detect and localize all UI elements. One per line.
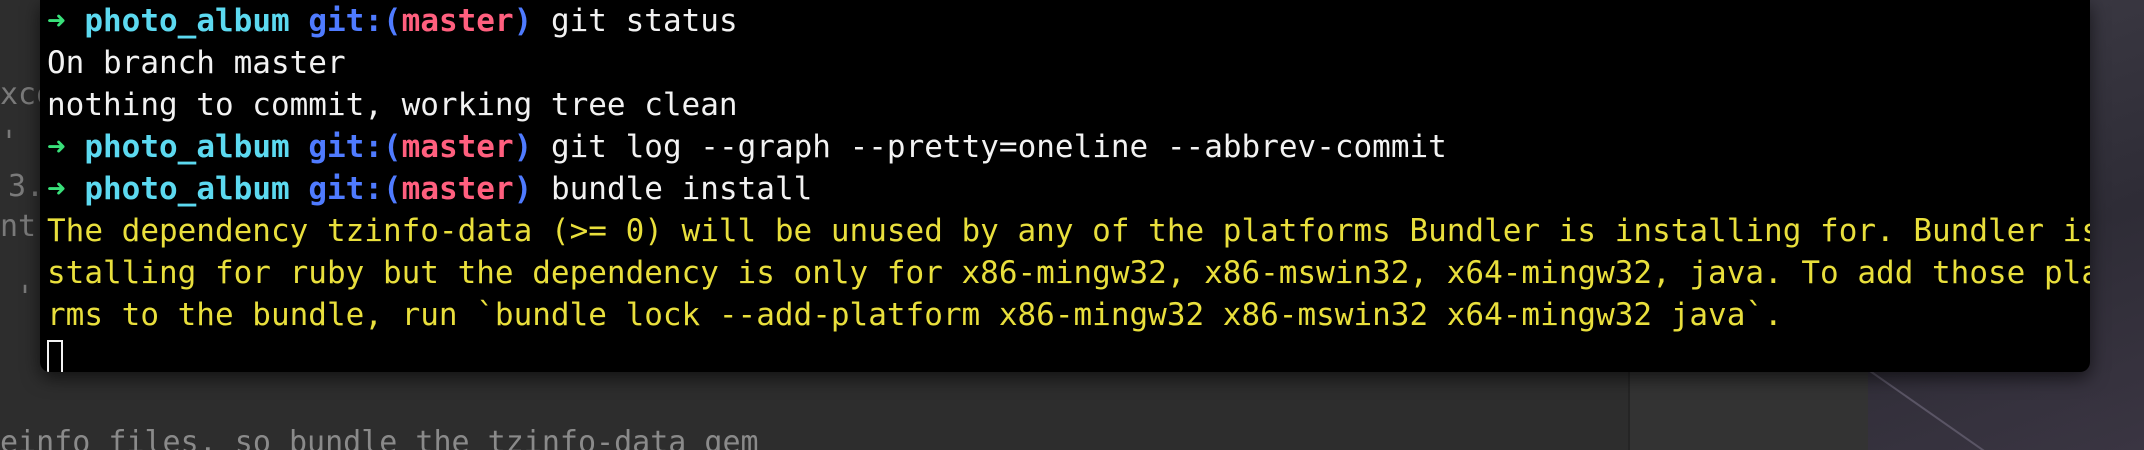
terminal-command: git status — [550, 3, 738, 39]
prompt-git-suffix: ) — [513, 3, 533, 39]
terminal-window[interactable]: ➜ photo_album git:(master) git status On… — [40, 0, 2090, 372]
terminal-warning-line: The dependency tzinfo-data (>= 0) will b… — [47, 213, 2090, 249]
prompt-git-suffix: ) — [513, 171, 533, 207]
terminal-output: ➜ photo_album git:(master) git status On… — [47, 0, 2090, 372]
background-text-fragment: 3. — [8, 169, 45, 204]
terminal-warning-line: rms to the bundle, run `bundle lock --ad… — [47, 297, 1783, 333]
terminal-command: bundle install — [550, 171, 813, 207]
prompt-arrow-icon: ➜ — [47, 171, 66, 207]
prompt-directory: photo_album — [84, 3, 290, 39]
terminal-output-line: On branch master — [47, 45, 346, 81]
prompt-git-prefix: git:( — [308, 3, 402, 39]
prompt-branch: master — [401, 3, 514, 39]
terminal-prompt-line: ➜ photo_album git:(master) bundle instal… — [47, 168, 2090, 210]
terminal-output-line: nothing to commit, working tree clean — [47, 87, 738, 123]
prompt-arrow-icon: ➜ — [47, 3, 66, 39]
prompt-git-suffix: ) — [513, 129, 533, 165]
prompt-directory: photo_album — [84, 129, 290, 165]
prompt-arrow-icon: ➜ — [47, 129, 66, 165]
terminal-cursor[interactable] — [47, 339, 63, 372]
prompt-git-prefix: git:( — [308, 129, 402, 165]
background-text-fragment: nt — [0, 209, 37, 244]
terminal-warning-line: stalling for ruby but the dependency is … — [47, 255, 2090, 291]
terminal-command: git log --graph --pretty=oneline --abbre… — [550, 129, 1447, 165]
background-text-fragment: ' — [0, 125, 19, 160]
desktop-screen: xce ' 3. nt '. einfo files, so bundle th… — [0, 0, 2144, 450]
terminal-input-line[interactable] — [47, 336, 2090, 372]
prompt-branch: master — [401, 129, 514, 165]
terminal-prompt-line: ➜ photo_album git:(master) git status — [47, 0, 2090, 42]
background-editor-comment: einfo files, so bundle the tzinfo-data g… — [0, 425, 759, 450]
prompt-git-prefix: git:( — [308, 171, 402, 207]
terminal-prompt-line: ➜ photo_album git:(master) git log --gra… — [47, 126, 2090, 168]
prompt-directory: photo_album — [84, 171, 290, 207]
prompt-branch: master — [401, 171, 514, 207]
